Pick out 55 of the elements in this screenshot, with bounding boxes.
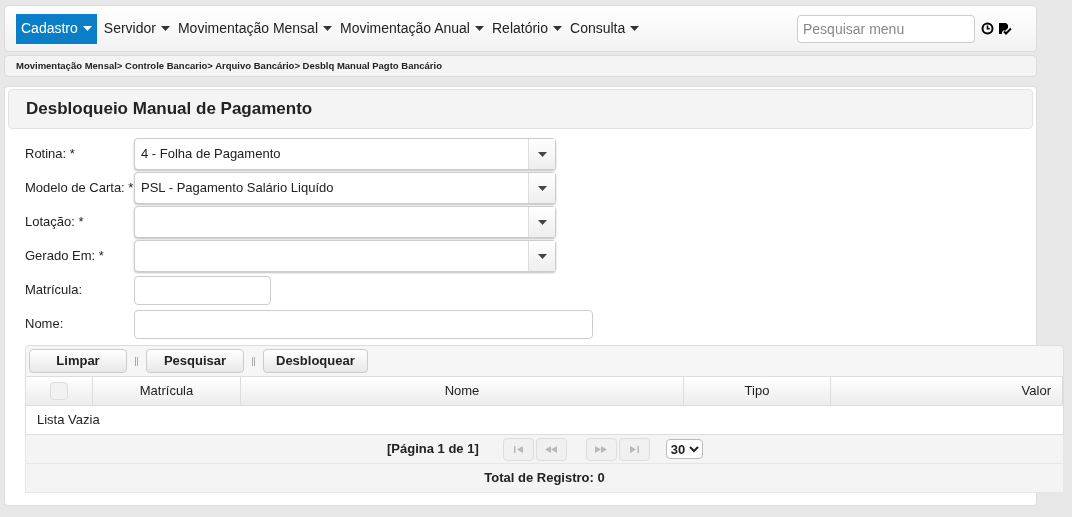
checkbox[interactable] <box>50 382 68 400</box>
select-field[interactable]: 4 - Folha de Pagamento <box>134 138 556 170</box>
field-label: Modelo de Carta: * <box>25 179 134 198</box>
breadcrumb: Movimentação Mensal> Controle Bancario> Arquivo Bancário> Desblq Manual Pagto Bancário <box>16 58 442 73</box>
last-page-button[interactable] <box>618 437 650 461</box>
page-size-select[interactable]: 30 <box>665 439 703 459</box>
caret-icon <box>323 26 332 31</box>
page-indicator: [Página 1 de 1] <box>387 440 479 459</box>
menu-item[interactable]: Movimentação Mensal <box>176 13 333 44</box>
field-label: Gerado Em: * <box>25 247 105 266</box>
column-header: Tipo <box>744 382 770 401</box>
toolbar-button[interactable]: Pesquisar <box>146 349 244 373</box>
menu-item[interactable]: Relatório <box>491 13 563 44</box>
select-field[interactable]: PSL - Pagamento Salário Liquído <box>134 172 556 204</box>
search-field[interactable]: Pesquisar menu <box>797 14 975 43</box>
caret-icon <box>82 26 92 31</box>
previous-page-button[interactable] <box>535 437 567 461</box>
page-title: Desbloqueio Manual de Pagamento <box>26 98 313 121</box>
column-header: Nome <box>444 382 480 401</box>
caret-icon <box>630 26 640 31</box>
toolbar-button[interactable]: Limpar <box>29 349 127 373</box>
menu-item[interactable]: Movimentação Anual <box>339 13 485 44</box>
next-page-button[interactable] <box>585 437 617 461</box>
select-field[interactable] <box>134 206 556 238</box>
caret-icon <box>537 185 547 191</box>
select-field[interactable] <box>134 240 556 272</box>
last-page-icon <box>629 445 639 453</box>
field-label: Matrícula: <box>25 281 84 300</box>
caret-icon <box>475 26 484 31</box>
toolbar-button[interactable]: Desbloquear <box>263 349 368 373</box>
field-label: Nome: <box>25 315 65 334</box>
toolbar-separator <box>252 356 255 366</box>
empty-message: Lista Vazia <box>37 411 100 430</box>
column-header: Valor <box>1021 382 1051 401</box>
save-check-icon[interactable] <box>998 22 1012 35</box>
column-header: Matrícula <box>139 382 194 401</box>
text-field[interactable] <box>134 275 271 305</box>
caret-icon <box>537 219 547 225</box>
menu-item[interactable]: Consulta <box>569 13 641 44</box>
menu-item[interactable]: Cadastro <box>16 13 97 44</box>
text-field[interactable] <box>134 309 593 339</box>
menu-item[interactable]: Servidor <box>102 13 171 44</box>
next-page-icon <box>595 445 608 453</box>
field-label: Rotina: * <box>25 145 76 164</box>
caret-icon <box>553 26 562 31</box>
caret-icon <box>537 151 547 157</box>
field-label: Lotação: * <box>25 213 85 232</box>
total-records: Total de Registro: 0 <box>484 469 605 488</box>
previous-page-icon <box>545 445 558 453</box>
caret-icon <box>537 253 547 259</box>
caret-icon <box>160 26 170 31</box>
first-page-icon <box>513 445 523 453</box>
clock-icon[interactable] <box>981 22 994 35</box>
toolbar-separator <box>135 356 138 366</box>
first-page-button[interactable] <box>502 437 534 461</box>
